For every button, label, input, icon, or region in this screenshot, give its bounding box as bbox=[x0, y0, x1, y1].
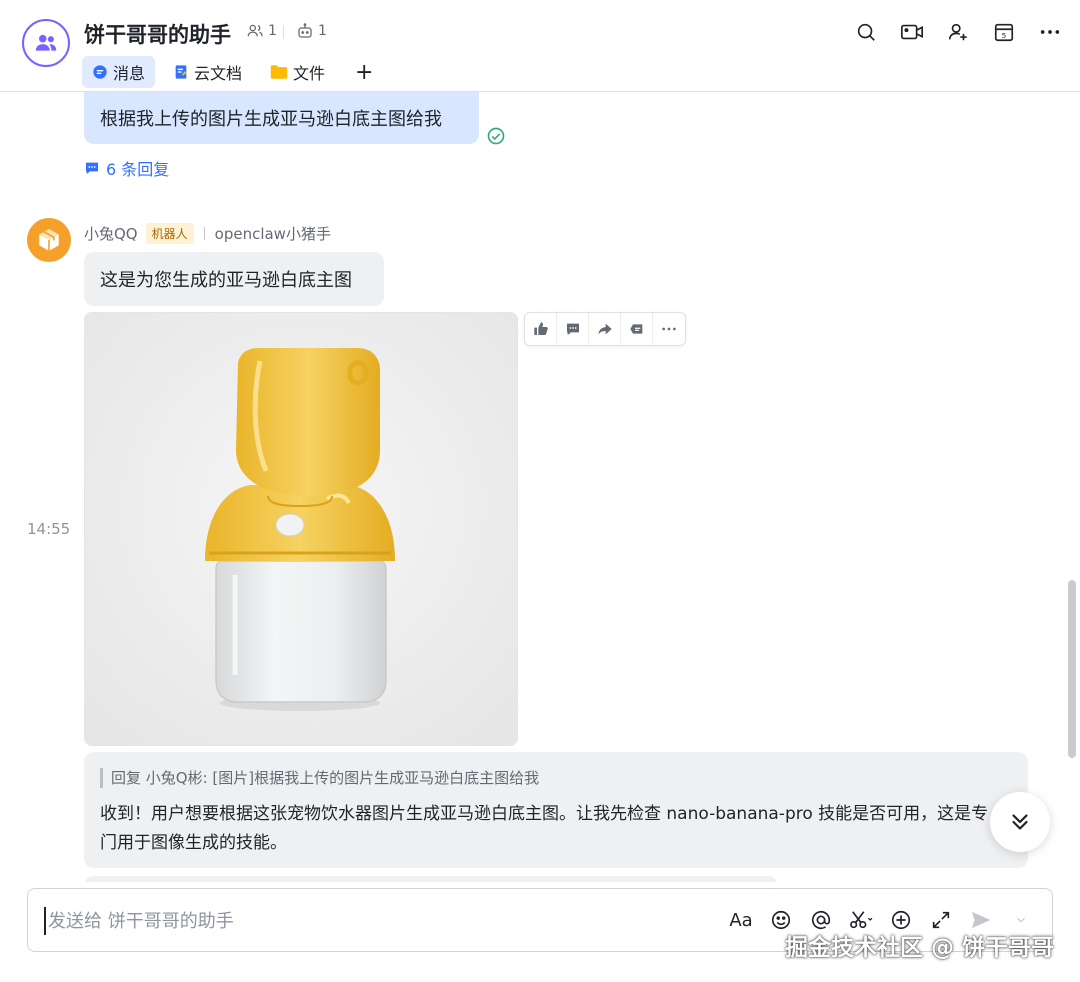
more-icon bbox=[662, 327, 676, 331]
tab-docs[interactable]: 云文档 bbox=[163, 56, 252, 88]
message-time: 14:55 bbox=[27, 520, 71, 538]
message-list[interactable]: 根据我上传的图片生成亚马逊白底主图给我 6 条回复 小兔QQ 机器人 openc… bbox=[0, 92, 1080, 882]
meta-divider bbox=[283, 25, 284, 39]
bot-app-name[interactable]: openclaw小猪手 bbox=[215, 223, 331, 244]
reply-quote[interactable]: 回复 小兔Q彬: [图片]根据我上传的图片生成亚马逊白底主图给我 bbox=[100, 768, 1012, 788]
tab-messages-label: 消息 bbox=[113, 64, 146, 83]
add-tab-button[interactable]: + bbox=[343, 56, 385, 88]
bot-message-bubble[interactable]: 这是为您生成的亚马逊白底主图 bbox=[84, 252, 384, 306]
tab-files[interactable]: 文件 bbox=[260, 56, 335, 88]
calendar-icon[interactable]: 5 bbox=[992, 20, 1016, 44]
comment-icon bbox=[566, 323, 579, 335]
chat-header: 饼干哥哥的助手 1 1 消息 云文档 文件 + 5 bbox=[0, 0, 1080, 92]
message-input[interactable] bbox=[44, 907, 684, 935]
tab-docs-label: 云文档 bbox=[194, 64, 243, 83]
tab-messages[interactable]: 消息 bbox=[82, 56, 156, 88]
message-action-bar bbox=[524, 312, 686, 346]
like-button[interactable] bbox=[525, 313, 557, 345]
bot-reply-bubble[interactable]: 回复 小兔Q彬: [图片]根据我上传的图片生成亚马逊白底主图给我 收到！用户想要… bbox=[84, 752, 1028, 868]
doc-icon bbox=[175, 65, 187, 79]
bot-count[interactable]: 1 bbox=[296, 22, 327, 40]
generated-product-image[interactable] bbox=[84, 312, 518, 746]
more-actions-button[interactable] bbox=[653, 313, 685, 345]
tab-files-label: 文件 bbox=[293, 64, 326, 83]
comment-icon bbox=[86, 162, 98, 174]
message-bubble-icon bbox=[93, 65, 107, 79]
pet-water-bottle-image bbox=[85, 313, 517, 745]
svg-text:5: 5 bbox=[1002, 31, 1007, 40]
bot-badge: 机器人 bbox=[145, 223, 194, 244]
thumbs-up-icon bbox=[533, 322, 548, 335]
bot-avatar[interactable] bbox=[27, 218, 71, 262]
add-member-icon[interactable] bbox=[946, 20, 970, 44]
scrollbar-thumb[interactable] bbox=[1068, 580, 1076, 758]
member-count[interactable]: 1 bbox=[246, 22, 277, 40]
header-actions: 5 bbox=[854, 20, 1062, 44]
thread-reply-count[interactable]: 6 条回复 bbox=[84, 156, 169, 180]
scroll-to-bottom-button[interactable] bbox=[990, 792, 1050, 852]
quote-icon bbox=[629, 324, 642, 334]
forward-icon bbox=[597, 323, 612, 335]
user-message-bubble[interactable]: 根据我上传的图片生成亚马逊白底主图给我 bbox=[84, 92, 479, 144]
forward-button[interactable] bbox=[589, 313, 621, 345]
group-icon bbox=[35, 34, 57, 51]
double-chevron-down-icon bbox=[1012, 814, 1028, 830]
watermark: 掘金技术社区 @ 饼干哥哥 bbox=[784, 935, 1054, 961]
sender-divider bbox=[203, 227, 205, 240]
reply-button[interactable] bbox=[557, 313, 589, 345]
bot-count-value: 1 bbox=[318, 23, 327, 39]
search-icon[interactable] bbox=[854, 20, 878, 44]
read-check-icon bbox=[486, 126, 506, 150]
text-format-button[interactable]: Aa bbox=[728, 907, 754, 933]
video-call-icon[interactable] bbox=[900, 20, 924, 44]
group-avatar[interactable] bbox=[22, 19, 70, 67]
bot-sender-info: 小兔QQ 机器人 openclaw小猪手 bbox=[84, 223, 331, 244]
quote-button[interactable] bbox=[621, 313, 653, 345]
chat-tabs: 消息 云文档 文件 + bbox=[82, 56, 385, 88]
folder-icon bbox=[270, 65, 288, 79]
next-message-bubble bbox=[84, 876, 778, 882]
members-icon bbox=[247, 24, 263, 37]
box-icon bbox=[39, 229, 59, 251]
robot-icon bbox=[298, 23, 312, 38]
more-icon[interactable] bbox=[1038, 20, 1062, 44]
thread-reply-count-label: 6 条回复 bbox=[106, 160, 170, 179]
chat-title: 饼干哥哥的助手 bbox=[84, 23, 231, 47]
member-count-value: 1 bbox=[268, 23, 277, 39]
reply-text: 收到！用户想要根据这张宠物饮水器图片生成亚马逊白底主图。让我先检查 nano-b… bbox=[100, 804, 989, 853]
bot-name[interactable]: 小兔QQ bbox=[84, 223, 138, 244]
